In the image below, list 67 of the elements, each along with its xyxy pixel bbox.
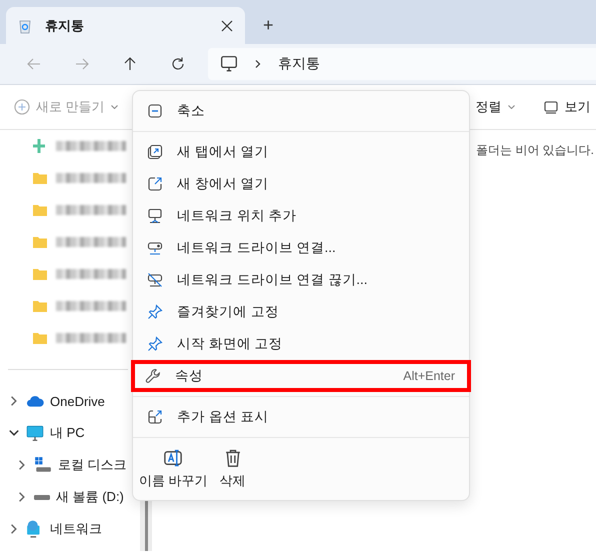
address-bar[interactable]: 휴지통 [208,48,596,80]
new-tab-icon [147,144,163,160]
monitor-icon [220,55,238,73]
new-window-icon [147,176,163,192]
chevron-right-icon[interactable] [19,492,25,502]
tree-item[interactable]: OneDrive [50,394,105,408]
view-icon [542,99,559,115]
menu-item[interactable]: 속성 Alt+Enter [131,360,471,392]
blurred-label [56,269,126,279]
tab-title: 휴지통 [45,16,85,34]
chevron-down-icon[interactable] [9,430,19,436]
close-icon[interactable] [221,20,233,32]
caret-icon [508,105,515,109]
drive-icon [34,456,52,474]
toolbar-button[interactable]: 보기 [542,98,596,116]
tree-item[interactable]: 로컬 디스크 [58,456,127,474]
blurred-label [56,301,126,311]
blurred-label [56,237,126,247]
expand-icon [147,409,163,425]
folder-icon [32,202,48,218]
chevron-right-icon [254,59,262,69]
folder-icon [32,298,48,314]
breadcrumb[interactable]: 휴지통 [278,55,320,73]
empty-message: 폴더는 비어 있습니다. [476,142,594,159]
blurred-label [56,141,126,151]
network-disconnect-icon [147,272,163,288]
rename-icon [163,448,184,468]
menu-item[interactable]: 네트워크 드라이브 연결... [133,232,469,264]
network-drive-icon [147,240,163,256]
menu-action-button[interactable]: 이름 바꾸기 [133,448,214,490]
caret-icon [110,105,118,109]
monitor-icon [26,424,44,442]
chevron-right-icon[interactable] [11,524,17,534]
menu-item[interactable]: 축소 [133,95,469,127]
folder-icon [32,266,48,282]
tree-item[interactable]: 네트워크 [50,520,102,538]
tree-item[interactable]: 내 PC [50,424,85,442]
menu-item[interactable]: 새 창에서 열기 [133,168,469,200]
menu-item[interactable]: 네트워크 드라이브 연결 끊기... [133,264,469,296]
folder-icon [32,330,48,346]
menu-item[interactable]: 새 탭에서 열기 [133,136,469,168]
folder-icon [32,170,48,186]
back-icon [26,56,42,72]
blurred-label [56,333,126,343]
refresh-icon [170,56,186,72]
forward-icon [74,56,90,72]
menu-item[interactable]: 시작 화면에 고정 [133,328,469,360]
blurred-label [56,173,126,183]
folder-icon [32,234,48,250]
chevron-right-icon[interactable] [19,460,25,470]
menu-item[interactable]: 추가 옵션 표시 [133,401,469,433]
recycle-bin-icon [17,18,33,34]
menu-item[interactable]: 즐겨찾기에 고정 [133,296,469,328]
tab[interactable]: 휴지통 [6,7,245,44]
blurred-label [56,205,126,215]
new-tab-button[interactable]: + [255,7,282,44]
collapse-icon [147,103,163,119]
chevron-right-icon[interactable] [11,396,17,406]
up-icon [122,56,138,72]
toolbar-button[interactable]: 정렬 [476,98,515,116]
menu-item[interactable]: 네트워크 위치 추가 [133,200,469,232]
drive-icon [34,494,50,500]
wrench-icon [145,368,161,384]
tree-item[interactable]: 새 볼륨 (D:) [56,488,124,506]
monitor-network-icon [147,208,163,224]
plus-circle-icon [14,99,30,115]
menu-action-button[interactable]: 삭제 [214,448,252,490]
